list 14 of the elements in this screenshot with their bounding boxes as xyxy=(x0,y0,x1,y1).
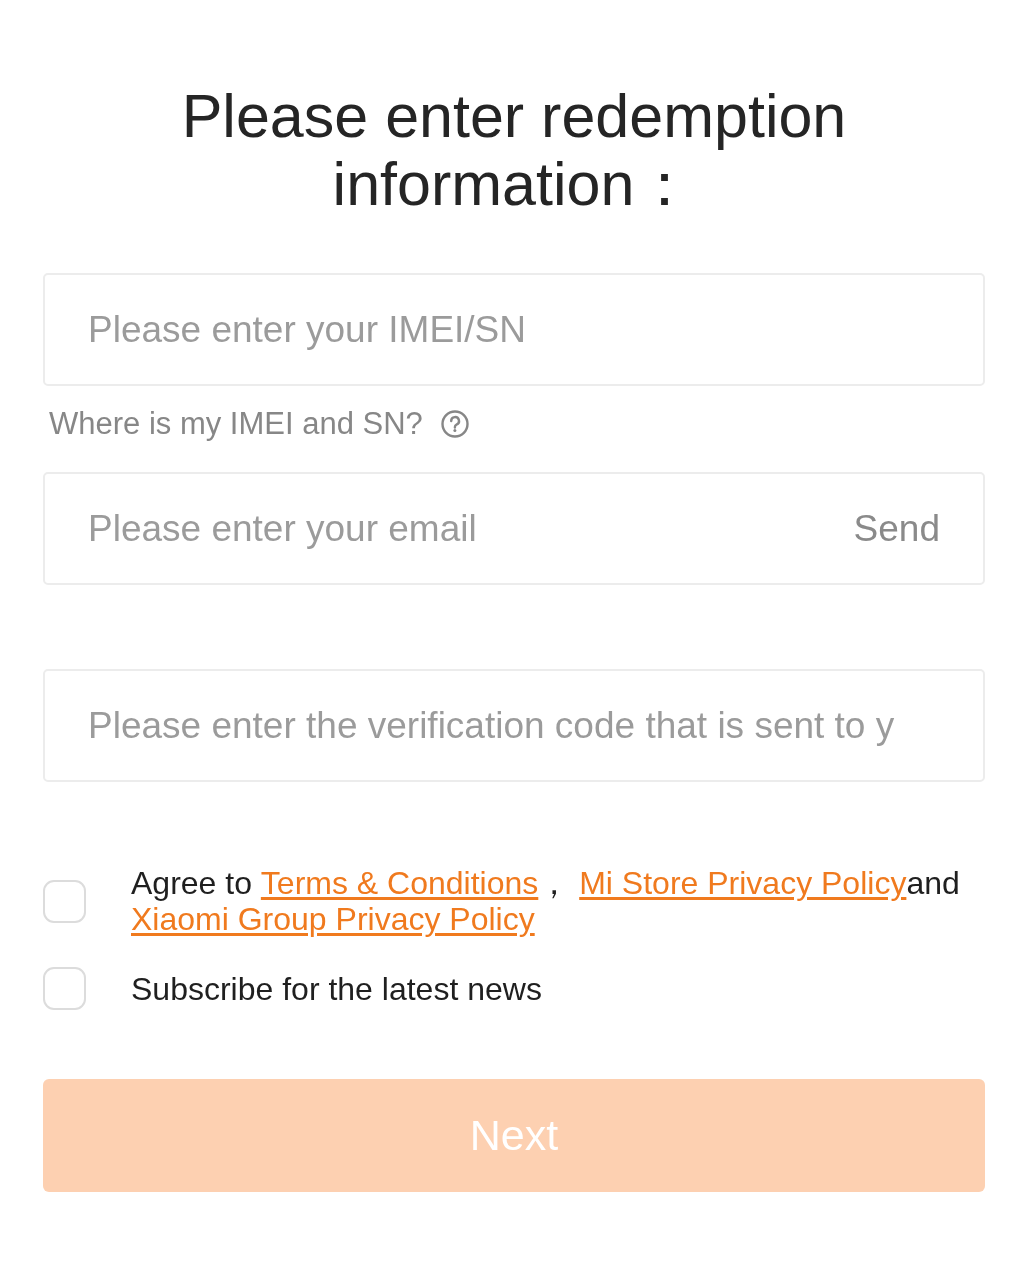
policy-link[interactable]: Mi Store Privacy Policy xyxy=(579,865,907,901)
policy-link[interactable]: Terms & Conditions xyxy=(260,865,539,901)
verification-code-field[interactable]: Please enter the verification code that is sent to y xyxy=(43,669,985,782)
help-icon[interactable] xyxy=(440,410,469,438)
email-input-field[interactable]: Please enter your email Send xyxy=(43,472,985,585)
send-code-button[interactable]: Send xyxy=(853,507,940,550)
imei-input-field[interactable]: Please enter your IMEI/SN xyxy=(43,273,985,386)
agreement-checkbox[interactable] xyxy=(43,879,86,923)
subscribe-label: Subscribe for the latest news xyxy=(131,970,542,1007)
page-title: Please enter redemption information： xyxy=(180,82,848,218)
agreement-text: Agree to Terms & Conditions， Mi Store Privacy Policyand Xiaomi Group Privacy Policy xyxy=(131,865,961,937)
policy-link[interactable]: Xiaomi Group Privacy Policy xyxy=(131,901,535,937)
imei-help-link[interactable]: Where is my IMEI and SN? xyxy=(49,406,423,442)
subscribe-checkbox[interactable] xyxy=(43,967,86,1010)
